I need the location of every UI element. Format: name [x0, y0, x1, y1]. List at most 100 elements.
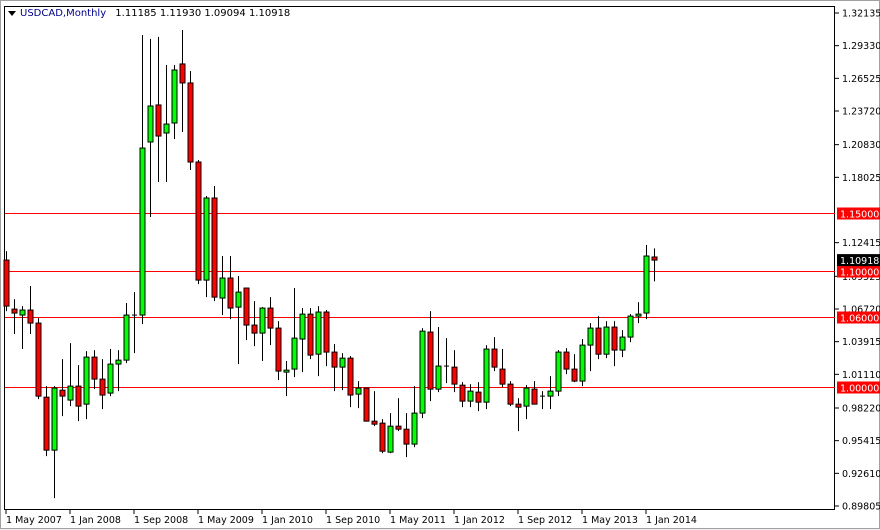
candle-down: [179, 63, 186, 84]
candle-down: [43, 396, 50, 451]
y-tick-label: 1.20830: [842, 140, 880, 151]
low-value: 1.09094: [204, 8, 246, 19]
candle-down: [515, 403, 522, 408]
candle-down: [211, 197, 218, 298]
y-tick-label: 1.23720: [842, 107, 880, 118]
candle-up: [619, 336, 626, 351]
candle-up: [339, 357, 346, 368]
candle-down: [531, 388, 538, 405]
candle-down: [451, 366, 458, 385]
x-tick-label: 1 Jan 2008: [70, 515, 121, 526]
candle-down: [651, 256, 658, 261]
high-value: 1.11930: [159, 8, 202, 19]
y-tick-label: 0.98220: [842, 403, 880, 414]
candle-down: [35, 322, 42, 397]
candle-up: [643, 255, 650, 314]
candle-up: [19, 309, 26, 316]
candle-down: [371, 420, 378, 425]
candle-up: [435, 365, 442, 390]
candle-up: [555, 351, 562, 392]
candle-down: [323, 311, 330, 353]
price-tag-label: 1.10000: [840, 268, 879, 279]
candle-down: [347, 357, 354, 396]
x-tick-label: 1 Jan 2010: [262, 515, 313, 526]
candle-down: [571, 368, 578, 382]
candle-up: [547, 390, 554, 397]
candle-down: [491, 348, 498, 368]
y-tick-label: 0.92610: [842, 469, 880, 480]
x-tick-label: 1 Jan 2014: [646, 515, 697, 526]
price-tag-label: 1.06000: [840, 314, 879, 325]
candle-up: [203, 197, 210, 281]
candle-up: [523, 387, 530, 407]
candle-up: [387, 425, 394, 453]
y-tick-label: 0.89805: [842, 502, 880, 513]
candle-up: [83, 356, 90, 405]
candle-down: [379, 422, 386, 452]
candle-up: [123, 314, 130, 361]
candle-up: [467, 390, 474, 402]
candle-up: [603, 326, 610, 355]
y-tick-label: 1.12415: [842, 238, 880, 249]
candle-up: [483, 348, 490, 403]
y-tick-label: 0.95415: [842, 436, 880, 447]
candle-up: [259, 307, 266, 334]
y-tick-label: 1.26525: [842, 74, 880, 85]
price-tag-label: 1.00000: [840, 384, 879, 395]
x-tick-label: 1 Sep 2012: [518, 515, 572, 526]
candle-down: [595, 327, 602, 355]
candle-up: [219, 277, 226, 299]
candle-down: [11, 308, 18, 314]
candle-down: [91, 356, 98, 380]
candle-down: [275, 327, 282, 372]
x-tick-label: 1 May 2013: [582, 515, 638, 526]
candle-up: [51, 387, 58, 451]
y-tick-label: 1.03915: [842, 337, 880, 348]
candle-down: [75, 385, 82, 407]
candle-down: [99, 378, 106, 396]
x-tick-label: 1 May 2011: [390, 515, 446, 526]
dropdown-arrow-icon[interactable]: [8, 10, 16, 16]
price-tag-label: 1.15000: [840, 210, 879, 221]
candle-up: [355, 387, 362, 395]
close-value: 1.10918: [248, 8, 291, 19]
candle-up: [67, 385, 74, 401]
candle-down: [187, 82, 194, 163]
y-tick-label: 1.29330: [842, 41, 880, 52]
candle-up: [587, 327, 594, 346]
candle-down: [363, 387, 370, 422]
y-tick-label: 1.32135: [842, 9, 880, 20]
y-tick-label: 1.01110: [842, 370, 880, 381]
candle-up: [107, 363, 114, 394]
candle-up: [291, 337, 298, 370]
candle-down: [403, 428, 410, 445]
candle-down: [307, 313, 314, 356]
x-tick-label: 1 May 2007: [6, 515, 62, 526]
candle-up: [419, 330, 426, 414]
open-value: 1.11185: [115, 8, 157, 19]
candle-down: [243, 287, 250, 326]
candle-up: [635, 313, 642, 317]
symbol-label: USDCAD,Monthly: [20, 8, 107, 19]
y-tick-label: 1.18025: [842, 173, 880, 184]
candle-down: [59, 389, 66, 397]
candle-up: [163, 123, 170, 134]
candle-up: [627, 315, 634, 338]
candle-down: [427, 331, 434, 390]
candle-up: [139, 147, 146, 316]
candle-down: [499, 368, 506, 385]
candle-down: [267, 307, 274, 329]
x-tick-label: 1 Sep 2008: [134, 515, 188, 526]
candle-down: [251, 324, 258, 334]
candle-down: [331, 351, 338, 368]
candle-up: [115, 359, 122, 365]
candle-up: [299, 313, 306, 340]
candle-up: [283, 369, 290, 373]
candle-down: [611, 326, 618, 351]
candle-down: [195, 161, 202, 281]
x-tick-label: 1 May 2009: [198, 515, 254, 526]
candle-up: [315, 311, 322, 355]
candle-down: [3, 259, 10, 307]
chart-window[interactable]: USDCAD,Monthly 1.11185 1.11930 1.09094 1…: [0, 0, 880, 529]
chart-title: USDCAD,Monthly 1.11185 1.11930 1.09094 1…: [8, 8, 290, 19]
